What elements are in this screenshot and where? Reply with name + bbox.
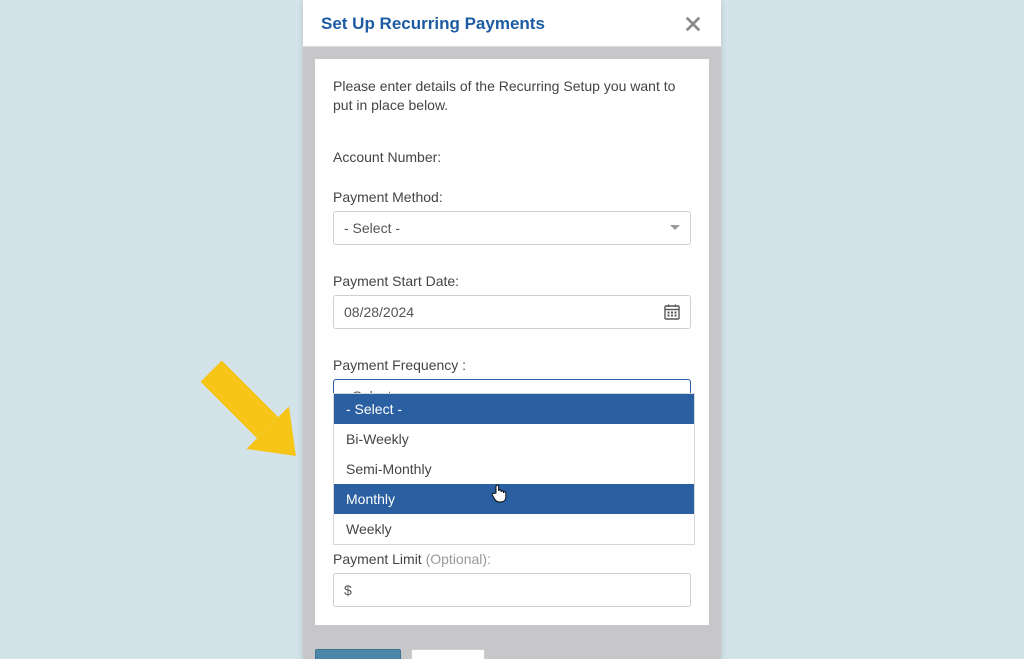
payment-limit-optional: (Optional): [422,551,491,567]
payment-method-row: Payment Method: - Select - [333,189,691,245]
payment-method-value: - Select - [344,220,400,236]
frequency-option-select[interactable]: - Select - [334,394,694,424]
modal-title: Set Up Recurring Payments [321,14,545,34]
modal-header: Set Up Recurring Payments [303,0,721,47]
payment-start-date-value: 08/28/2024 [344,304,414,320]
close-icon [684,15,702,33]
payment-limit-input[interactable]: $ [333,573,691,607]
frequency-option-biweekly[interactable]: Bi-Weekly [334,424,694,454]
frequency-option-semimonthly[interactable]: Semi-Monthly [334,454,694,484]
payment-frequency-label: Payment Frequency : [333,357,691,373]
currency-prefix: $ [344,582,352,598]
payment-start-date-input[interactable]: 08/28/2024 [333,295,691,329]
frequency-option-monthly[interactable]: Monthly [334,484,694,514]
calendar-icon [664,304,680,320]
account-number-label: Account Number: [333,149,691,165]
modal-footer: Continue Cancel [303,637,721,659]
close-button[interactable] [683,14,703,34]
modal-body: Please enter details of the Recurring Se… [315,59,709,625]
payment-limit-row: Payment Limit (Optional): $ [333,551,691,607]
payment-start-date-label: Payment Start Date: [333,273,691,289]
account-number-row: Account Number: [333,149,691,165]
cancel-button[interactable]: Cancel [411,649,485,659]
payment-start-date-row: Payment Start Date: 08/28/2024 [333,273,691,329]
payment-method-label: Payment Method: [333,189,691,205]
frequency-option-weekly[interactable]: Weekly [334,514,694,544]
payment-limit-label-text: Payment Limit [333,551,422,567]
continue-button[interactable]: Continue [315,649,401,659]
payment-method-select[interactable]: - Select - [333,211,691,245]
payment-limit-field[interactable] [352,574,680,606]
payment-limit-label: Payment Limit (Optional): [333,551,691,567]
recurring-payments-modal: Set Up Recurring Payments Please enter d… [303,0,721,659]
payment-frequency-dropdown: - Select - Bi-Weekly Semi-Monthly Monthl… [333,393,695,545]
chevron-down-icon [670,225,680,230]
intro-text: Please enter details of the Recurring Se… [333,77,691,115]
payment-frequency-row: Payment Frequency : - Select - - Select … [333,357,691,413]
